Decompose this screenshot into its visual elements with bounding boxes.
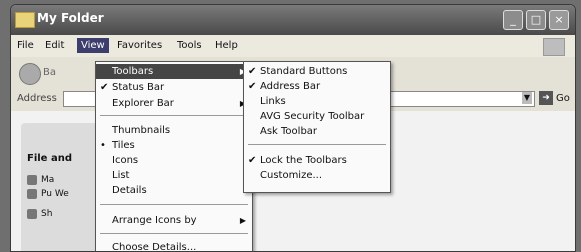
- view-menu: Toolbars ▶ ✔ Status Bar Explorer Bar ▶ T…: [95, 61, 253, 251]
- menu-item-customize[interactable]: Customize...: [244, 168, 390, 183]
- close-button[interactable]: ×: [549, 10, 569, 30]
- menu-bar: File Edit View Favorites Tools Help: [11, 35, 575, 58]
- menu-item-links[interactable]: Links: [244, 94, 390, 109]
- menu-item-thumbnails[interactable]: Thumbnails: [96, 123, 252, 138]
- submenu-arrow-icon: ▶: [239, 216, 246, 225]
- menu-separator: [248, 144, 386, 145]
- check-icon: ✔: [100, 82, 109, 93]
- menu-separator: [100, 233, 248, 234]
- menu-item-explorer-bar[interactable]: Explorer Bar ▶: [96, 96, 252, 111]
- menu-item-list[interactable]: List: [96, 168, 252, 183]
- windows-logo-icon: [543, 38, 565, 56]
- menu-item-details[interactable]: Details: [96, 183, 252, 198]
- menu-help[interactable]: Help: [215, 40, 238, 51]
- menu-edit[interactable]: Edit: [45, 40, 64, 51]
- title-bar[interactable]: My Folder _ □ ×: [11, 5, 575, 35]
- menu-item-standard-buttons[interactable]: ✔ Standard Buttons: [244, 64, 390, 79]
- task-pane-title: File and: [27, 153, 72, 164]
- menu-view[interactable]: View: [77, 38, 109, 53]
- back-icon[interactable]: [19, 63, 41, 85]
- address-label: Address: [17, 93, 57, 104]
- explorer-window: My Folder _ □ × File Edit View Favorites…: [10, 4, 576, 252]
- menu-item-toolbars[interactable]: Toolbars ▶: [96, 64, 252, 79]
- menu-item-choose-details[interactable]: Choose Details...: [96, 240, 252, 251]
- check-icon: ✔: [248, 66, 257, 77]
- minimize-button[interactable]: _: [503, 10, 523, 30]
- radio-bullet-icon: •: [100, 140, 106, 151]
- task-item[interactable]: Ma: [27, 175, 54, 185]
- menu-favorites[interactable]: Favorites: [117, 40, 162, 51]
- task-item[interactable]: Sh: [27, 209, 52, 219]
- task-icon: [27, 189, 37, 199]
- go-button[interactable]: Go: [556, 93, 570, 104]
- task-icon: [27, 209, 37, 219]
- menu-separator: [100, 204, 248, 205]
- window-title: My Folder: [37, 11, 104, 25]
- menu-item-ask-toolbar[interactable]: Ask Toolbar: [244, 124, 390, 139]
- check-icon: ✔: [248, 81, 257, 92]
- task-icon: [27, 175, 37, 185]
- menu-item-icons[interactable]: Icons: [96, 153, 252, 168]
- task-item[interactable]: Pu We: [27, 189, 69, 199]
- go-arrow-icon[interactable]: ➜: [539, 91, 553, 105]
- menu-file[interactable]: File: [17, 40, 34, 51]
- menu-item-status-bar[interactable]: ✔ Status Bar: [96, 80, 252, 95]
- address-dropdown-icon[interactable]: ▼: [522, 92, 532, 104]
- menu-item-arrange-icons-by[interactable]: Arrange Icons by ▶: [96, 213, 252, 228]
- back-label[interactable]: Ba: [43, 67, 56, 78]
- menu-separator: [100, 115, 248, 116]
- menu-tools[interactable]: Tools: [177, 40, 202, 51]
- check-icon: ✔: [248, 155, 257, 166]
- menu-item-tiles[interactable]: • Tiles: [96, 138, 252, 153]
- toolbars-submenu: ✔ Standard Buttons ✔ Address Bar Links A…: [243, 61, 391, 193]
- menu-item-lock-the-toolbars[interactable]: ✔ Lock the Toolbars: [244, 153, 390, 168]
- maximize-button[interactable]: □: [526, 10, 546, 30]
- folder-icon: [15, 12, 35, 28]
- menu-item-avg-security-toolbar[interactable]: AVG Security Toolbar: [244, 109, 390, 124]
- menu-item-address-bar[interactable]: ✔ Address Bar: [244, 79, 390, 94]
